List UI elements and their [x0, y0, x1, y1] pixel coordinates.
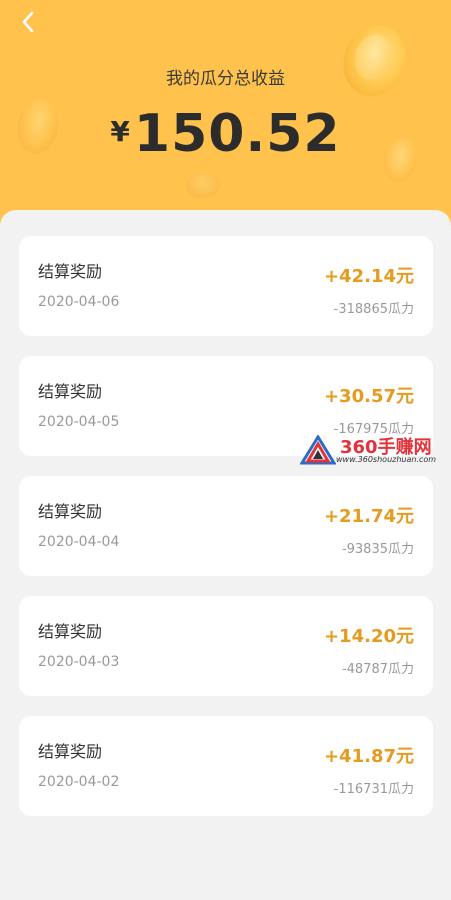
currency-symbol: ¥	[110, 115, 130, 148]
record-title: 结算奖励	[38, 742, 103, 761]
record-title: 结算奖励	[38, 622, 103, 641]
list-item[interactable]: 结算奖励 2020-04-04 +21.74元 -93835瓜力	[19, 476, 433, 576]
record-points: -48787瓜力	[341, 662, 414, 677]
record-date: 2020-04-06	[38, 294, 120, 310]
record-date: 2020-04-05	[38, 414, 120, 430]
back-button[interactable]	[14, 8, 42, 36]
list-item[interactable]: 结算奖励 2020-04-06 +42.14元 -318865瓜力	[19, 236, 433, 336]
total-amount-value: 150.52	[133, 104, 341, 164]
record-date: 2020-04-03	[38, 654, 120, 670]
record-reward: +21.74元	[323, 506, 414, 527]
chevron-left-icon	[22, 11, 34, 33]
record-points: -93835瓜力	[341, 542, 414, 557]
record-reward: +30.57元	[323, 386, 414, 407]
record-title: 结算奖励	[38, 382, 103, 401]
watermark: 360手赚网 www.360shouzhuan.com	[300, 435, 450, 467]
list-item[interactable]: 结算奖励 2020-04-03 +14.20元 -48787瓜力	[19, 596, 433, 696]
total-earnings: ¥150.52	[0, 104, 451, 164]
page-title: 我的瓜分总收益	[166, 69, 285, 89]
record-title: 结算奖励	[38, 502, 103, 521]
coin-decoration-icon	[334, 17, 416, 105]
watermark-logo-icon	[300, 435, 336, 465]
record-title: 结算奖励	[38, 262, 103, 281]
record-date: 2020-04-02	[38, 774, 120, 790]
list-item[interactable]: 结算奖励 2020-04-02 +41.87元 -116731瓜力	[19, 716, 433, 816]
records-list: 结算奖励 2020-04-06 +42.14元 -318865瓜力 结算奖励 2…	[0, 210, 451, 900]
record-reward: +41.87元	[323, 746, 414, 767]
record-points: -116731瓜力	[333, 782, 414, 797]
watermark-url: www.360shouzhuan.com	[336, 455, 437, 464]
header-banner: 我的瓜分总收益 ¥150.52	[0, 0, 451, 240]
record-points: -318865瓜力	[333, 302, 414, 317]
record-date: 2020-04-04	[38, 534, 120, 550]
coin-decoration-icon	[186, 172, 220, 198]
record-reward: +42.14元	[323, 266, 414, 287]
record-reward: +14.20元	[323, 626, 414, 647]
